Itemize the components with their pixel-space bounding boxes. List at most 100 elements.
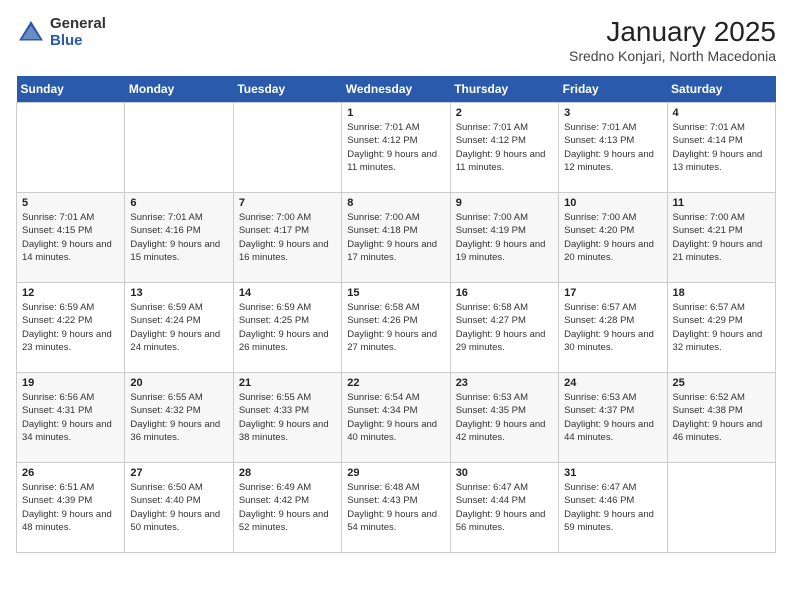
calendar-week-row: 19Sunrise: 6:56 AMSunset: 4:31 PMDayligh… (17, 373, 776, 463)
calendar-day-cell: 1Sunrise: 7:01 AMSunset: 4:12 PMDaylight… (342, 103, 450, 193)
calendar-day-cell: 3 Sunrise: 7:01 AMSunset: 4:13 PMDaylight… (559, 103, 667, 193)
calendar-day-cell: 30Sunrise: 6:47 AMSunset: 4:44 PMDayligh… (450, 463, 558, 553)
logo-general-text: General (50, 16, 106, 33)
calendar-day-cell (17, 103, 125, 193)
calendar-day-cell: 8Sunrise: 7:00 AMSunset: 4:18 PMDaylight… (342, 193, 450, 283)
month-title: January 2025 (569, 16, 776, 48)
day-of-week-header: Friday (559, 76, 667, 103)
day-number: 17 (564, 287, 661, 299)
day-number: 25 (673, 377, 770, 389)
calendar-day-cell: 23Sunrise: 6:53 AMSunset: 4:35 PMDayligh… (450, 373, 558, 463)
day-info: Sunrise: 6:58 AMSunset: 4:26 PMDaylight:… (347, 301, 444, 354)
day-info: Sunrise: 6:51 AMSunset: 4:39 PMDaylight:… (22, 481, 119, 534)
day-number: 22 (347, 377, 444, 389)
day-number: 6 (130, 197, 227, 209)
day-number: 3 (564, 107, 661, 119)
day-info: Sunrise: 6:59 AMSunset: 4:24 PMDaylight:… (130, 301, 227, 354)
calendar-day-cell: 15Sunrise: 6:58 AMSunset: 4:26 PMDayligh… (342, 283, 450, 373)
day-info: Sunrise: 7:01 AMSunset: 4:13 PMDaylight:… (564, 121, 661, 174)
day-number: 11 (673, 197, 770, 209)
day-number: 28 (239, 467, 336, 479)
calendar-day-cell: 2Sunrise: 7:01 AMSunset: 4:12 PMDaylight… (450, 103, 558, 193)
day-number: 20 (130, 377, 227, 389)
calendar-week-row: 26 Sunrise: 6:51 AMSunset: 4:39 PMDayligh… (17, 463, 776, 553)
day-of-week-header: Monday (125, 76, 233, 103)
calendar-day-cell: 4 Sunrise: 7:01 AMSunset: 4:14 PMDaylight… (667, 103, 775, 193)
calendar-table: SundayMondayTuesdayWednesdayThursdayFrid… (16, 76, 776, 553)
day-number: 26 (22, 467, 119, 479)
day-info: Sunrise: 7:01 AMSunset: 4:14 PMDaylight:… (673, 121, 770, 174)
day-of-week-header: Sunday (17, 76, 125, 103)
day-number: 21 (239, 377, 336, 389)
calendar-day-cell: 17 Sunrise: 6:57 AMSunset: 4:28 PMDayligh… (559, 283, 667, 373)
calendar-day-cell: 7 Sunrise: 7:00 AMSunset: 4:17 PMDaylight… (233, 193, 341, 283)
calendar-day-cell: 6Sunrise: 7:01 AMSunset: 4:16 PMDaylight… (125, 193, 233, 283)
day-info: Sunrise: 6:55 AMSunset: 4:32 PMDaylight:… (130, 391, 227, 444)
day-number: 18 (673, 287, 770, 299)
calendar-day-cell (667, 463, 775, 553)
logo: General Blue (16, 16, 106, 49)
day-info: Sunrise: 7:00 AMSunset: 4:18 PMDaylight:… (347, 211, 444, 264)
calendar-day-cell: 5 Sunrise: 7:01 AMSunset: 4:15 PMDaylight… (17, 193, 125, 283)
calendar-day-cell: 12 Sunrise: 6:59 AMSunset: 4:22 PMDayligh… (17, 283, 125, 373)
day-info: Sunrise: 6:47 AMSunset: 4:46 PMDaylight:… (564, 481, 661, 534)
title-block: January 2025 Sredno Konjari, North Maced… (569, 16, 776, 64)
calendar-day-cell: 14 Sunrise: 6:59 AMSunset: 4:25 PMDayligh… (233, 283, 341, 373)
day-number: 7 (239, 197, 336, 209)
day-number: 24 (564, 377, 661, 389)
day-of-week-header: Wednesday (342, 76, 450, 103)
day-info: Sunrise: 7:00 AMSunset: 4:21 PMDaylight:… (673, 211, 770, 264)
day-number: 12 (22, 287, 119, 299)
day-number: 13 (130, 287, 227, 299)
logo-icon (16, 18, 46, 48)
calendar-day-cell: 27 Sunrise: 6:50 AMSunset: 4:40 PMDayligh… (125, 463, 233, 553)
day-info: Sunrise: 6:57 AMSunset: 4:28 PMDaylight:… (564, 301, 661, 354)
calendar-day-cell: 11 Sunrise: 7:00 AMSunset: 4:21 PMDayligh… (667, 193, 775, 283)
day-info: Sunrise: 6:50 AMSunset: 4:40 PMDaylight:… (130, 481, 227, 534)
calendar-day-cell: 19Sunrise: 6:56 AMSunset: 4:31 PMDayligh… (17, 373, 125, 463)
day-of-week-header: Tuesday (233, 76, 341, 103)
day-of-week-header: Thursday (450, 76, 558, 103)
day-number: 16 (456, 287, 553, 299)
calendar-day-cell: 29 Sunrise: 6:48 AMSunset: 4:43 PMDayligh… (342, 463, 450, 553)
calendar-week-row: 12 Sunrise: 6:59 AMSunset: 4:22 PMDayligh… (17, 283, 776, 373)
day-number: 9 (456, 197, 553, 209)
calendar-day-cell: 13 Sunrise: 6:59 AMSunset: 4:24 PMDayligh… (125, 283, 233, 373)
day-info: Sunrise: 6:59 AMSunset: 4:22 PMDaylight:… (22, 301, 119, 354)
logo-blue-text: Blue (50, 33, 106, 50)
calendar-day-cell: 20 Sunrise: 6:55 AMSunset: 4:32 PMDayligh… (125, 373, 233, 463)
day-number: 10 (564, 197, 661, 209)
calendar-day-cell: 28Sunrise: 6:49 AMSunset: 4:42 PMDayligh… (233, 463, 341, 553)
day-info: Sunrise: 6:47 AMSunset: 4:44 PMDaylight:… (456, 481, 553, 534)
calendar-day-cell: 26 Sunrise: 6:51 AMSunset: 4:39 PMDayligh… (17, 463, 125, 553)
day-number: 29 (347, 467, 444, 479)
calendar-week-row: 5 Sunrise: 7:01 AMSunset: 4:15 PMDaylight… (17, 193, 776, 283)
day-info: Sunrise: 6:48 AMSunset: 4:43 PMDaylight:… (347, 481, 444, 534)
calendar-header-row: SundayMondayTuesdayWednesdayThursdayFrid… (17, 76, 776, 103)
day-info: Sunrise: 6:54 AMSunset: 4:34 PMDaylight:… (347, 391, 444, 444)
location: Sredno Konjari, North Macedonia (569, 48, 776, 64)
calendar-day-cell: 9 Sunrise: 7:00 AMSunset: 4:19 PMDaylight… (450, 193, 558, 283)
day-number: 19 (22, 377, 119, 389)
calendar-day-cell (233, 103, 341, 193)
day-number: 27 (130, 467, 227, 479)
day-info: Sunrise: 6:52 AMSunset: 4:38 PMDaylight:… (673, 391, 770, 444)
day-info: Sunrise: 7:00 AMSunset: 4:20 PMDaylight:… (564, 211, 661, 264)
calendar-day-cell: 25 Sunrise: 6:52 AMSunset: 4:38 PMDayligh… (667, 373, 775, 463)
day-info: Sunrise: 7:01 AMSunset: 4:12 PMDaylight:… (347, 121, 444, 174)
logo-text: General Blue (50, 16, 106, 49)
calendar-day-cell: 31Sunrise: 6:47 AMSunset: 4:46 PMDayligh… (559, 463, 667, 553)
calendar-day-cell: 16Sunrise: 6:58 AMSunset: 4:27 PMDayligh… (450, 283, 558, 373)
day-number: 5 (22, 197, 119, 209)
day-info: Sunrise: 7:01 AMSunset: 4:15 PMDaylight:… (22, 211, 119, 264)
day-info: Sunrise: 7:00 AMSunset: 4:19 PMDaylight:… (456, 211, 553, 264)
calendar-day-cell: 24Sunrise: 6:53 AMSunset: 4:37 PMDayligh… (559, 373, 667, 463)
day-info: Sunrise: 6:59 AMSunset: 4:25 PMDaylight:… (239, 301, 336, 354)
day-of-week-header: Saturday (667, 76, 775, 103)
calendar-day-cell: 18Sunrise: 6:57 AMSunset: 4:29 PMDayligh… (667, 283, 775, 373)
day-info: Sunrise: 6:53 AMSunset: 4:35 PMDaylight:… (456, 391, 553, 444)
day-number: 14 (239, 287, 336, 299)
day-info: Sunrise: 7:00 AMSunset: 4:17 PMDaylight:… (239, 211, 336, 264)
day-number: 4 (673, 107, 770, 119)
calendar-day-cell: 21Sunrise: 6:55 AMSunset: 4:33 PMDayligh… (233, 373, 341, 463)
